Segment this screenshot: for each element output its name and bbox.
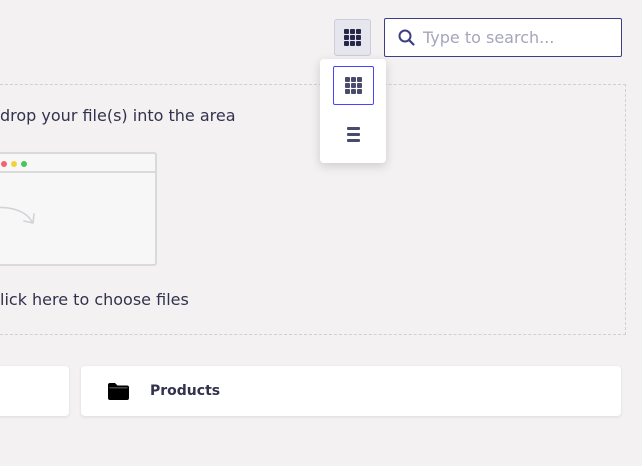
folder-label: Products xyxy=(150,383,221,399)
folder-icon xyxy=(108,382,129,400)
browser-title-bar xyxy=(0,171,155,173)
window-maximize-dot xyxy=(21,161,27,167)
search-box[interactable] xyxy=(384,18,622,57)
folder-card-products[interactable]: Products xyxy=(81,366,621,416)
grid-icon xyxy=(344,29,361,46)
view-menu-dropdown xyxy=(320,59,386,163)
curved-arrow-icon xyxy=(0,206,35,224)
dropzone-click-text[interactable]: lick here to choose files xyxy=(0,290,189,309)
folder-card[interactable] xyxy=(0,366,69,416)
list-view-option[interactable] xyxy=(333,115,374,154)
grid-icon xyxy=(345,77,362,94)
media-library-page: drop your file(s) into the area lick her… xyxy=(0,0,642,466)
list-icon xyxy=(347,127,360,142)
window-close-dot xyxy=(1,161,7,167)
search-icon xyxy=(398,29,415,46)
grid-view-option[interactable] xyxy=(333,66,374,105)
search-input[interactable] xyxy=(423,28,608,47)
dropzone-drag-text: drop your file(s) into the area xyxy=(0,106,236,125)
window-minimize-dot xyxy=(11,161,17,167)
view-toggle-button[interactable] xyxy=(334,19,371,56)
